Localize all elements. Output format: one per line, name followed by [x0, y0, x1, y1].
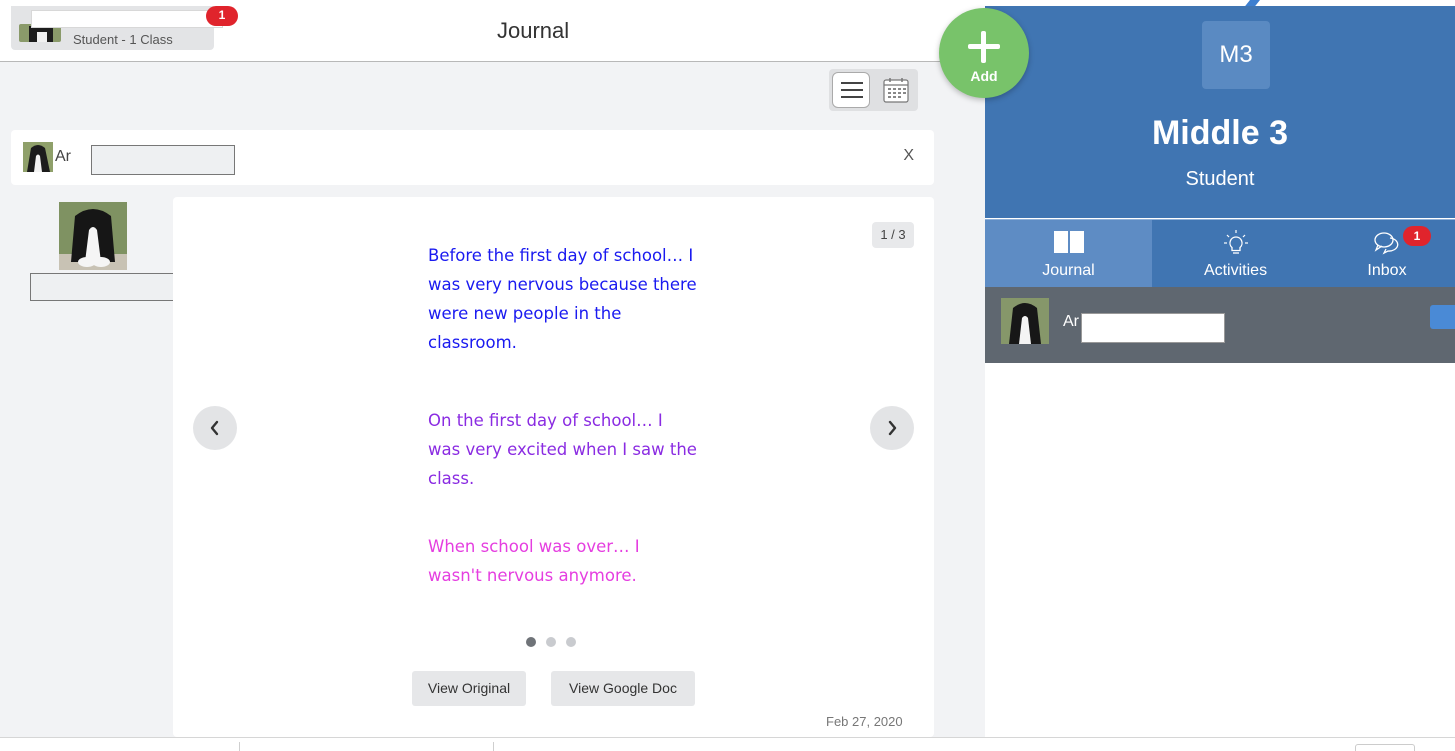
calendar-view-icon[interactable] — [883, 77, 909, 103]
entry-author-bar: Ar X — [11, 130, 934, 185]
bottom-divider — [239, 742, 240, 751]
class-role: Student — [1185, 168, 1255, 190]
list-view-icon[interactable] — [832, 72, 870, 108]
tab-label: Inbox — [1367, 262, 1407, 279]
page-dot[interactable] — [546, 637, 556, 647]
tab-activities[interactable]: Activities — [1152, 220, 1319, 288]
author-name: Ar — [55, 148, 71, 165]
bottom-bar — [0, 737, 1455, 751]
next-page-button[interactable] — [870, 406, 914, 450]
bottom-control[interactable] — [1355, 744, 1415, 751]
author-avatar — [23, 142, 53, 172]
redacted-student-name — [31, 10, 223, 28]
entry-paragraph: Before the first day of school… I was ve… — [428, 246, 697, 352]
folder-icon[interactable] — [1430, 305, 1455, 329]
page-title: Journal — [497, 18, 570, 43]
entry-date: Feb 27, 2020 — [826, 714, 903, 729]
class-name: Middle 3 — [1151, 114, 1289, 152]
entry-paragraph: When school was over… I wasn't nervous a… — [428, 537, 640, 585]
tab-inbox[interactable]: 1 Inbox — [1319, 220, 1455, 288]
student-row-name: Ar — [1063, 313, 1079, 330]
chat-bubbles-icon — [1374, 232, 1399, 255]
tab-label: Activities — [1203, 262, 1268, 279]
journal-entry-card: 1 / 3 Before the first day of school… I … — [173, 197, 934, 737]
redacted-author-name — [91, 145, 235, 175]
notification-badge: 1 — [206, 6, 238, 26]
student-switcher[interactable]: Student - 1 Class — [11, 6, 223, 50]
entry-author-avatar — [59, 202, 127, 270]
redacted-side-name — [30, 273, 174, 301]
page-dot[interactable] — [526, 637, 536, 647]
tab-label: Journal — [1042, 262, 1095, 279]
entry-paragraph: On the first day of school… I was very e… — [428, 411, 697, 488]
chevron-right-icon — [888, 420, 897, 436]
view-google-doc-button[interactable]: View Google Doc — [551, 671, 695, 706]
view-original-button[interactable]: View Original — [412, 671, 526, 706]
redacted-row-name — [1081, 313, 1225, 343]
book-icon — [1053, 231, 1084, 253]
plus-icon — [981, 31, 986, 63]
lightbulb-icon — [1223, 230, 1248, 254]
class-header: M3 Middle 3 Student — [985, 6, 1455, 218]
page-dots — [524, 635, 584, 649]
tab-journal[interactable]: Journal — [985, 220, 1152, 288]
previous-page-button[interactable] — [193, 406, 237, 450]
page-indicator: 1 / 3 — [872, 222, 914, 248]
class-tile: M3 — [1202, 21, 1270, 89]
page-dot[interactable] — [566, 637, 576, 647]
journal-header: Student - 1 Class 1 Journal — [0, 6, 985, 62]
student-list-item[interactable]: Ar — [985, 287, 1455, 363]
bottom-divider — [493, 742, 494, 751]
class-panel: M3 Middle 3 Student Journal Activities 1… — [985, 6, 1455, 737]
add-button[interactable]: Add — [939, 8, 1029, 98]
student-row-avatar — [1001, 298, 1049, 344]
close-entry-button[interactable]: X — [903, 147, 914, 165]
student-class-count: Student - 1 Class — [73, 32, 173, 47]
inbox-badge: 1 — [1403, 226, 1431, 246]
add-label: Add — [970, 68, 998, 84]
chevron-left-icon — [210, 420, 219, 436]
view-toggle — [829, 69, 918, 111]
class-tabs: Journal Activities 1 Inbox — [985, 219, 1455, 288]
